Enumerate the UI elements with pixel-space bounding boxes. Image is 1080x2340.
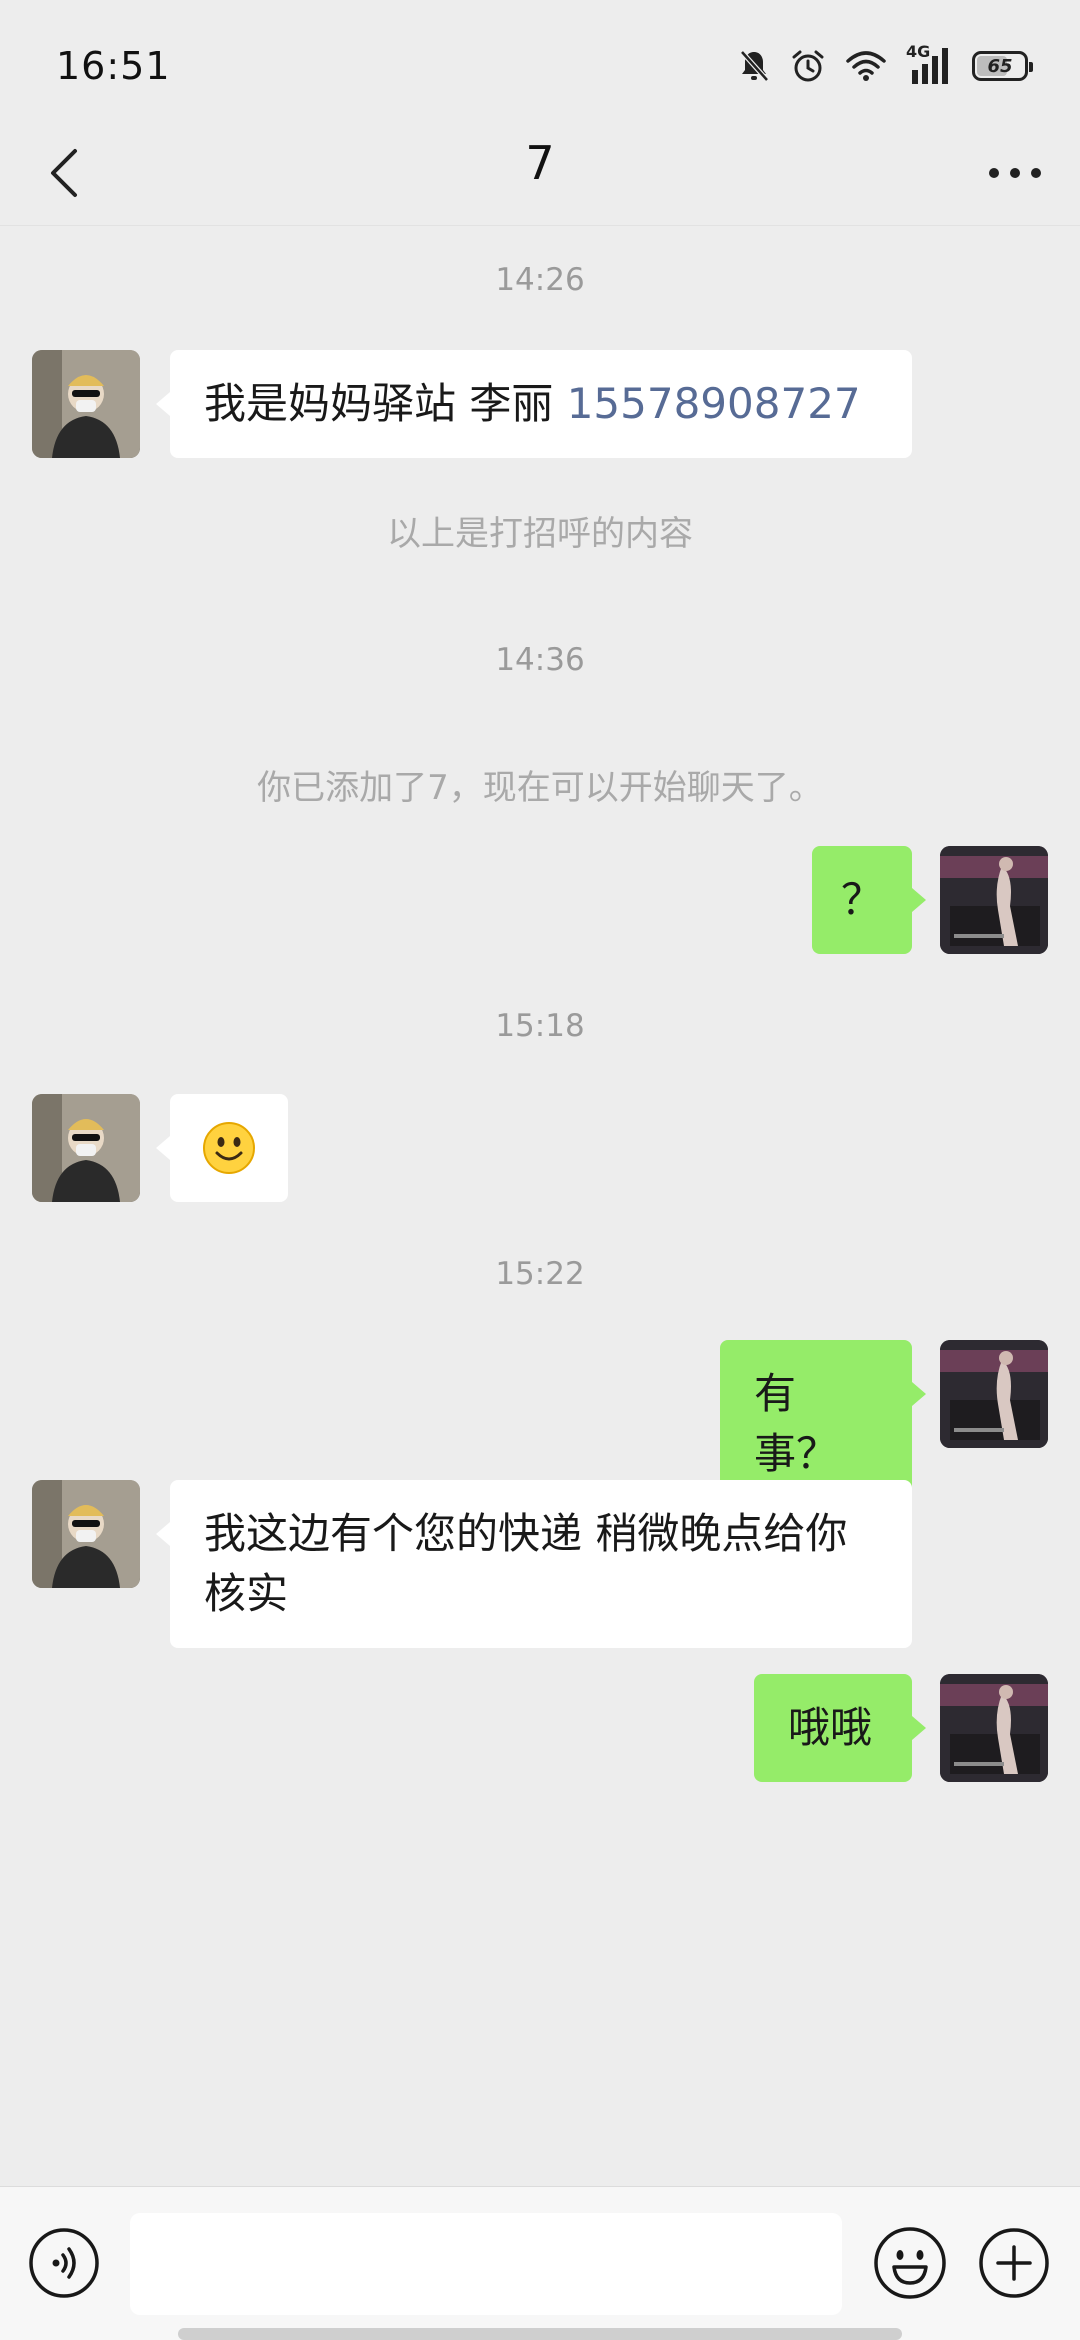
input-bar xyxy=(0,2186,1080,2340)
battery-icon: 65 xyxy=(972,51,1033,81)
outgoing-message[interactable]: ？ xyxy=(812,846,926,954)
battery-level: 65 xyxy=(987,55,1013,77)
timestamp: 15:18 xyxy=(495,1008,585,1044)
contact-avatar[interactable] xyxy=(32,1480,140,1588)
voice-icon xyxy=(29,2228,99,2298)
outgoing-message[interactable]: 哦哦 xyxy=(754,1674,926,1782)
person-photo-icon xyxy=(940,1674,1048,1782)
incoming-message[interactable] xyxy=(156,1094,288,1202)
home-indicator xyxy=(178,2328,902,2340)
plus-icon xyxy=(979,2228,1049,2298)
more-dots-icon xyxy=(989,168,1041,178)
message-text: 有事？ xyxy=(754,1369,839,1478)
timestamp: 14:36 xyxy=(495,642,585,678)
timestamp: 14:26 xyxy=(495,262,585,298)
mute-bell-icon xyxy=(738,48,770,84)
emoji-icon xyxy=(874,2227,946,2299)
message-text: 我这边有个您的快递 稍微晚点给你核实 xyxy=(204,1509,848,1618)
more-button[interactable] xyxy=(980,138,1050,208)
contact-avatar[interactable] xyxy=(32,350,140,458)
status-bar: 16:51 4G 65 xyxy=(0,0,1080,130)
chat-screen: 16:51 4G 65 7 14:26 我是妈妈驿站 李丽 1557890872… xyxy=(0,0,1080,2340)
emoji-button[interactable] xyxy=(872,2225,948,2301)
cellular-signal-icon: 4G xyxy=(906,42,952,86)
wifi-icon xyxy=(846,49,886,83)
message-list[interactable]: 14:26 我是妈妈驿站 李丽 15578908727 以上是打招呼的内容 14… xyxy=(0,226,1080,2186)
person-photo-icon xyxy=(32,1480,140,1588)
phone-number-link[interactable]: 15578908727 xyxy=(567,379,861,428)
incoming-message[interactable]: 我这边有个您的快递 稍微晚点给你核实 xyxy=(156,1480,912,1648)
my-avatar[interactable] xyxy=(940,846,1048,954)
contact-avatar[interactable] xyxy=(32,1094,140,1202)
message-text: 我是妈妈驿站 李丽 xyxy=(204,379,567,428)
message-text: ？ xyxy=(840,875,883,924)
status-icons: 4G 65 xyxy=(738,42,1033,88)
person-photo-icon xyxy=(32,350,140,458)
incoming-message[interactable]: 我是妈妈驿站 李丽 15578908727 xyxy=(156,350,912,458)
voice-input-button[interactable] xyxy=(28,2227,100,2299)
more-functions-button[interactable] xyxy=(978,2227,1050,2299)
system-note: 以上是打招呼的内容 xyxy=(387,514,693,554)
person-photo-icon xyxy=(32,1094,140,1202)
status-time: 16:51 xyxy=(56,44,171,88)
system-note: 你已添加了7，现在可以开始聊天了。 xyxy=(257,768,823,808)
person-photo-icon xyxy=(940,846,1048,954)
message-text: 哦哦 xyxy=(788,1703,873,1752)
alarm-icon xyxy=(790,48,826,84)
message-input[interactable] xyxy=(130,2213,842,2315)
timestamp: 15:22 xyxy=(495,1256,585,1292)
my-avatar[interactable] xyxy=(940,1340,1048,1448)
chat-title: 7 xyxy=(525,136,555,190)
smile-emoji-icon xyxy=(203,1122,255,1174)
nav-bar: 7 xyxy=(0,120,1080,226)
my-avatar[interactable] xyxy=(940,1674,1048,1782)
person-photo-icon xyxy=(940,1340,1048,1448)
